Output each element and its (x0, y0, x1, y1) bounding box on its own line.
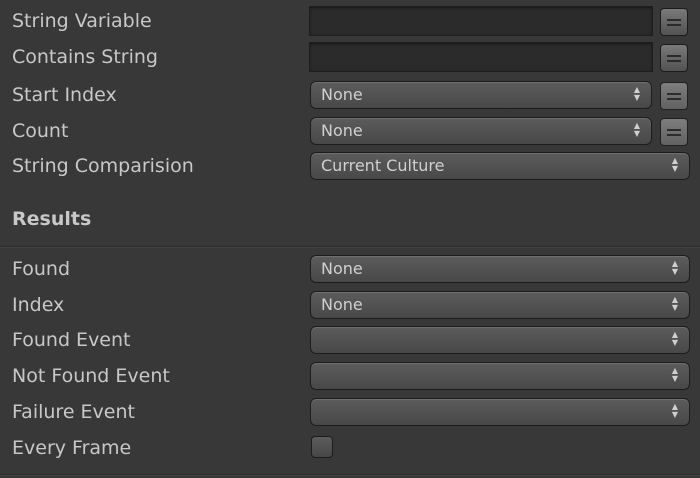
failure-event-select[interactable]: ▲ ▼ (310, 398, 690, 426)
start-index-label: Start Index (12, 84, 117, 106)
index-value: None (321, 295, 363, 314)
failure-event-label: Failure Event (12, 401, 135, 423)
found-event-row: Found Event ▲ ▼ (0, 322, 700, 358)
up-down-arrows-icon: ▲ ▼ (633, 121, 641, 138)
string-variable-label: String Variable (12, 10, 152, 32)
found-event-select[interactable]: ▲ ▼ (310, 326, 690, 354)
index-select[interactable]: None ▲ ▼ (310, 291, 690, 319)
string-comparison-label: String Comparision (12, 155, 194, 177)
string-comparison-row: String Comparision Current Culture ▲ ▼ (0, 148, 700, 184)
up-down-arrows-icon: ▲ ▼ (671, 156, 679, 173)
every-frame-checkbox[interactable] (311, 436, 333, 458)
start-index-value: None (321, 85, 363, 104)
string-variable-field[interactable] (309, 6, 653, 36)
start-index-row: Start Index None ▲ ▼ (0, 77, 700, 113)
contains-string-row: Contains String (0, 39, 700, 75)
every-frame-label: Every Frame (12, 437, 132, 459)
index-row: Index None ▲ ▼ (0, 287, 700, 323)
count-select[interactable]: None ▲ ▼ (310, 117, 652, 145)
not-found-event-row: Not Found Event ▲ ▼ (0, 358, 700, 394)
count-value: None (321, 121, 363, 140)
not-found-event-label: Not Found Event (12, 365, 170, 387)
found-event-label: Found Event (12, 329, 131, 351)
index-label: Index (12, 294, 65, 316)
string-variable-equals-icon[interactable] (660, 8, 688, 36)
contains-string-field[interactable] (309, 42, 653, 72)
found-row: Found None ▲ ▼ (0, 251, 700, 287)
up-down-arrows-icon: ▲ ▼ (671, 402, 679, 419)
every-frame-row: Every Frame (0, 430, 700, 466)
up-down-arrows-icon: ▲ ▼ (671, 330, 679, 347)
found-select[interactable]: None ▲ ▼ (310, 255, 690, 283)
string-comparison-value: Current Culture (321, 156, 445, 175)
count-equals-icon[interactable] (660, 118, 688, 146)
up-down-arrows-icon: ▲ ▼ (671, 259, 679, 276)
count-label: Count (12, 120, 69, 142)
contains-string-label: Contains String (12, 46, 158, 68)
found-value: None (321, 259, 363, 278)
found-label: Found (12, 258, 71, 280)
up-down-arrows-icon: ▲ ▼ (671, 295, 679, 312)
string-comparison-select[interactable]: Current Culture ▲ ▼ (310, 152, 690, 180)
bottom-divider (0, 474, 700, 475)
not-found-event-select[interactable]: ▲ ▼ (310, 362, 690, 390)
failure-event-row: Failure Event ▲ ▼ (0, 394, 700, 430)
count-row: Count None ▲ ▼ (0, 113, 700, 149)
up-down-arrows-icon: ▲ ▼ (671, 366, 679, 383)
start-index-equals-icon[interactable] (660, 82, 688, 110)
start-index-select[interactable]: None ▲ ▼ (310, 81, 652, 109)
up-down-arrows-icon: ▲ ▼ (633, 85, 641, 102)
contains-string-equals-icon[interactable] (660, 44, 688, 72)
string-variable-row: String Variable (0, 3, 700, 39)
results-divider (0, 246, 700, 247)
results-section-title: Results (12, 208, 92, 230)
